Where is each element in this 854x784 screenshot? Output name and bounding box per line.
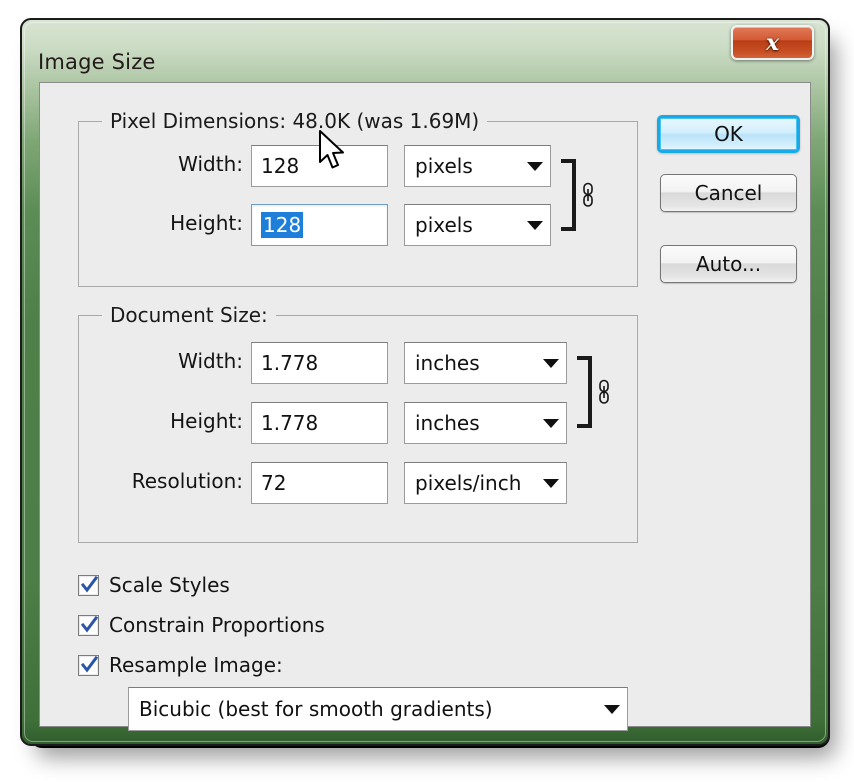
- image-size-dialog-window: Image Size x Pixel Dimensions: 48.0K (wa…: [20, 18, 830, 746]
- check-icon: [80, 615, 99, 632]
- check-icon: [80, 575, 99, 592]
- constrain-proportions-checkbox-row[interactable]: Constrain Proportions: [78, 613, 325, 637]
- cancel-button[interactable]: Cancel: [660, 174, 797, 212]
- doc-resolution-value: 72: [261, 471, 287, 495]
- pixel-width-unit-select[interactable]: pixels: [404, 145, 551, 187]
- chevron-down-icon: [536, 358, 566, 368]
- constrain-proportions-checkbox[interactable]: [78, 614, 99, 636]
- doc-width-value: 1.778: [261, 351, 319, 375]
- cancel-button-label: Cancel: [694, 181, 763, 205]
- resample-method-select[interactable]: Bicubic (best for smooth gradients): [128, 687, 628, 731]
- auto-button[interactable]: Auto...: [660, 245, 797, 283]
- doc-height-value: 1.778: [261, 411, 319, 435]
- doc-resolution-unit-select[interactable]: pixels/inch: [404, 462, 567, 504]
- chevron-down-icon: [536, 418, 566, 428]
- pixel-height-unit-select[interactable]: pixels: [404, 204, 551, 246]
- doc-resolution-label: Resolution:: [131, 469, 243, 493]
- close-button[interactable]: x: [731, 25, 814, 60]
- pixel-width-label: Width:: [178, 152, 243, 176]
- doc-width-label: Width:: [178, 349, 243, 373]
- pixel-link-bracket: [561, 159, 576, 231]
- title-bar[interactable]: Image Size x: [22, 20, 828, 82]
- doc-width-unit-select[interactable]: inches: [404, 342, 567, 384]
- constrain-proportions-label: Constrain Proportions: [109, 613, 325, 637]
- pixel-dimensions-group: Pixel Dimensions: 48.0K (was 1.69M) Widt…: [78, 109, 638, 287]
- chain-link-icon: [596, 379, 612, 405]
- doc-height-input[interactable]: 1.778: [251, 402, 388, 444]
- ok-button-label: OK: [714, 122, 743, 146]
- dialog-client-area: Pixel Dimensions: 48.0K (was 1.69M) Widt…: [39, 82, 811, 731]
- window-title: Image Size: [38, 50, 156, 74]
- check-icon: [80, 655, 99, 672]
- pixel-height-label: Height:: [170, 211, 243, 235]
- scale-styles-checkbox-row[interactable]: Scale Styles: [78, 573, 230, 597]
- screen: Image Size x Pixel Dimensions: 48.0K (wa…: [0, 0, 854, 784]
- pixel-height-value: 128: [261, 212, 304, 238]
- chevron-down-icon: [520, 161, 550, 171]
- doc-height-unit-value: inches: [415, 411, 480, 435]
- pixel-dimensions-title: Pixel Dimensions: 48.0K (was 1.69M): [102, 109, 488, 133]
- pixel-height-unit-value: pixels: [415, 213, 473, 237]
- resample-image-checkbox[interactable]: [78, 654, 99, 676]
- doc-width-unit-value: inches: [415, 351, 480, 375]
- pixel-width-input[interactable]: 128: [251, 145, 388, 187]
- resample-image-checkbox-row[interactable]: Resample Image:: [78, 653, 283, 677]
- resample-image-label: Resample Image:: [109, 653, 283, 677]
- pixel-width-value: 128: [261, 154, 300, 178]
- resample-method-value: Bicubic (best for smooth gradients): [139, 697, 493, 721]
- close-icon: x: [765, 29, 780, 56]
- doc-height-label: Height:: [170, 409, 243, 433]
- doc-link-bracket: [577, 356, 592, 428]
- doc-width-input[interactable]: 1.778: [251, 342, 388, 384]
- doc-height-unit-select[interactable]: inches: [404, 402, 567, 444]
- document-size-group: Document Size: Width: 1.778 inches Heigh…: [78, 303, 638, 543]
- pixel-width-unit-value: pixels: [415, 154, 473, 178]
- chevron-down-icon: [597, 704, 627, 714]
- chevron-down-icon: [536, 478, 566, 488]
- document-size-title: Document Size:: [102, 303, 276, 327]
- scale-styles-label: Scale Styles: [109, 573, 230, 597]
- auto-button-label: Auto...: [695, 252, 762, 276]
- ok-button[interactable]: OK: [657, 115, 800, 153]
- chevron-down-icon: [520, 220, 550, 230]
- pixel-height-input[interactable]: 128: [251, 204, 388, 246]
- scale-styles-checkbox[interactable]: [78, 574, 99, 596]
- doc-resolution-unit-value: pixels/inch: [415, 471, 522, 495]
- doc-resolution-input[interactable]: 72: [251, 462, 388, 504]
- chain-link-icon: [580, 182, 596, 208]
